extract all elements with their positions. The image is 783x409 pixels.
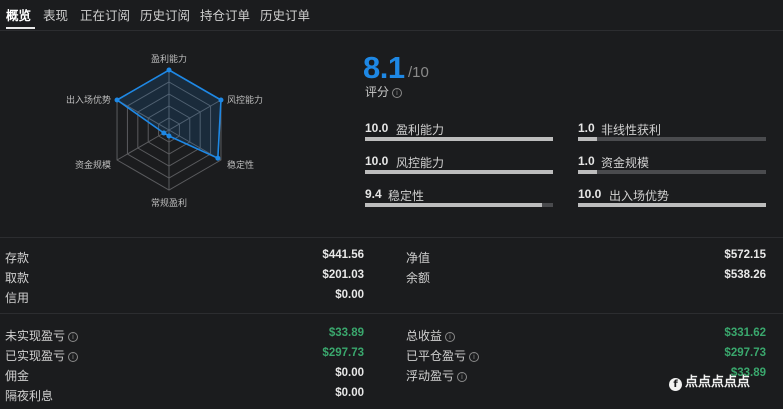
info-icon[interactable]: i <box>469 352 480 362</box>
closed-pnl-text: 已平仓盈亏 <box>406 349 467 363</box>
balance-label: 余额 <box>406 271 431 285</box>
metric-value: 9.4 <box>365 187 382 201</box>
metric-label: 稳定性 <box>388 189 425 203</box>
score-value: 8.1 <box>363 50 405 85</box>
info-icon[interactable]: i <box>457 372 468 382</box>
deposit-value: $441.56 <box>322 249 364 261</box>
radar-axis-label: 稳定性 <box>227 159 254 171</box>
unrealized-pnl-label: 未实现盈亏 i <box>5 327 79 344</box>
metric-fill <box>365 203 542 207</box>
score-label: 评分 <box>365 85 390 99</box>
radar-point <box>218 97 224 103</box>
metric-fill <box>578 137 597 141</box>
active-tab-indicator <box>6 27 35 29</box>
platform-logo-icon: f <box>669 378 682 391</box>
tab-performance[interactable]: 表现 <box>43 5 68 24</box>
tab-current-subscriptions[interactable]: 正在订阅 <box>80 5 130 24</box>
radar-axis-label: 出入场优势 <box>66 94 111 106</box>
metric-stability: 9.4 稳定性 <box>365 187 553 209</box>
withdrawal-label: 取款 <box>5 271 30 285</box>
metric-track <box>365 203 553 207</box>
metric-fill <box>365 170 553 174</box>
total-profit-value: $331.62 <box>724 327 766 339</box>
metric-entry-exit-advantage: 10.0 出入场优势 <box>578 187 766 209</box>
equity-value: $572.15 <box>724 249 766 261</box>
unrealized-pnl-value: $33.89 <box>328 327 364 339</box>
deposit-label: 存款 <box>5 251 30 265</box>
metric-value: 1.0 <box>578 121 595 135</box>
withdrawal-value: $201.03 <box>322 269 364 281</box>
tab-history-subscriptions[interactable]: 历史订阅 <box>140 5 190 24</box>
tab-open-orders[interactable]: 持仓订单 <box>200 5 250 24</box>
unrealized-pnl-text: 未实现盈亏 <box>5 329 66 343</box>
metric-track <box>365 137 553 141</box>
radar-axis-label: 常规盈利 <box>151 197 187 209</box>
score-block: 8.1 /10 <box>363 50 429 86</box>
metric-label: 风控能力 <box>396 156 445 170</box>
radar-point <box>166 133 172 139</box>
metric-track <box>578 137 766 141</box>
realized-pnl-label: 已实现盈亏 i <box>5 347 79 364</box>
equity-label: 净值 <box>406 251 431 265</box>
radar-point <box>114 97 120 103</box>
radar-axis-label: 风控能力 <box>227 94 263 106</box>
credit-value: $0.00 <box>335 289 364 301</box>
metric-nonlinear-profit: 1.0 非线性获利 <box>578 121 766 143</box>
tab-bar: 概览 表现 正在订阅 历史订阅 持仓订单 历史订单 <box>0 0 783 31</box>
metric-value: 1.0 <box>578 154 595 168</box>
score-denominator: /10 <box>408 64 429 81</box>
metric-label: 资金规模 <box>601 156 650 170</box>
swap-label: 隔夜利息 <box>5 389 54 403</box>
floating-pnl-text: 浮动盈亏 <box>406 369 455 383</box>
metric-value: 10.0 <box>578 187 602 201</box>
radar-chart: 盈利能力风控能力稳定性常规盈利 资金规模 出入场优势 <box>66 53 263 209</box>
radar-axis-line <box>116 129 170 161</box>
metric-fill <box>578 203 766 207</box>
info-icon[interactable]: i <box>68 352 79 362</box>
watermark-text: 点点点点点 <box>685 374 751 389</box>
metric-risk-control: 10.0 风控能力 <box>365 154 553 176</box>
commission-value: $0.00 <box>335 367 364 379</box>
credit-label: 信用 <box>5 291 30 305</box>
watermark: f 点点点点点 <box>669 371 750 391</box>
metric-fill <box>365 137 553 141</box>
info-icon[interactable]: i <box>445 332 456 342</box>
tab-overview[interactable]: 概览 <box>6 5 31 24</box>
metric-fill <box>578 170 597 174</box>
radar-point <box>166 67 172 73</box>
radar-axis-label: 盈利能力 <box>151 53 187 65</box>
metric-label: 出入场优势 <box>609 189 670 203</box>
info-icon[interactable]: i <box>392 88 403 98</box>
metric-value: 10.0 <box>365 154 389 168</box>
realized-pnl-text: 已实现盈亏 <box>5 349 66 363</box>
closed-pnl-label: 已平仓盈亏 i <box>406 347 480 364</box>
metric-track <box>365 170 553 174</box>
radar-point <box>161 130 167 136</box>
floating-pnl-label: 浮动盈亏 i <box>406 367 468 384</box>
radar-axis-label: 资金规模 <box>75 159 111 171</box>
metric-profitability: 10.0 盈利能力 <box>365 121 553 143</box>
metric-value: 10.0 <box>365 121 389 135</box>
metric-track <box>578 203 766 207</box>
swap-value: $0.00 <box>335 387 364 399</box>
radar-point <box>215 155 221 161</box>
metric-capital-scale: 1.0 资金规模 <box>578 154 766 176</box>
closed-pnl-value: $297.73 <box>724 347 766 359</box>
balance-value: $538.26 <box>724 269 766 281</box>
metric-label: 盈利能力 <box>396 123 445 137</box>
total-profit-label: 总收益 i <box>406 327 456 344</box>
total-profit-text: 总收益 <box>406 329 443 343</box>
tab-history-orders[interactable]: 历史订单 <box>260 5 310 24</box>
commission-label: 佣金 <box>5 369 30 383</box>
metric-track <box>578 170 766 174</box>
metric-label: 非线性获利 <box>601 123 662 137</box>
score-label-row: 评分 i <box>365 83 403 100</box>
info-icon[interactable]: i <box>68 332 79 342</box>
realized-pnl-value: $297.73 <box>322 347 364 359</box>
divider <box>0 313 783 314</box>
divider <box>0 237 783 238</box>
